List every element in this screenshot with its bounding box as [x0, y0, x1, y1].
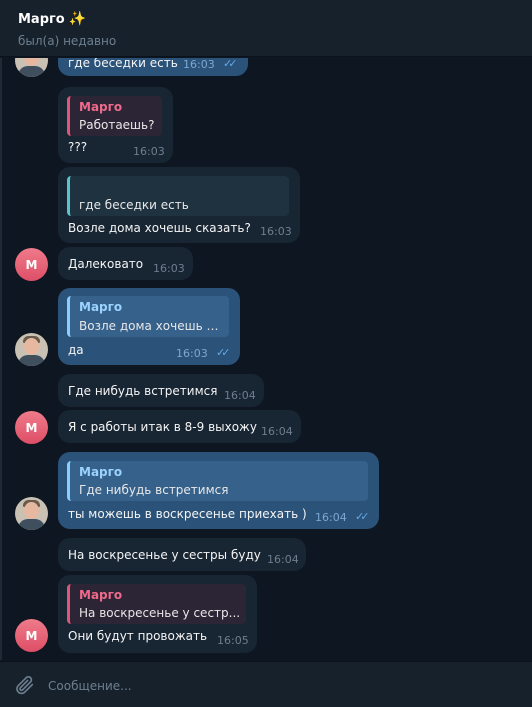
reply-text: где беседки есть: [79, 198, 189, 212]
message-bubble-incoming[interactable]: где беседки есть Возле дома хочешь сказа…: [58, 167, 300, 243]
reply-quote[interactable]: Марго Где нибудь встретимся: [67, 461, 368, 501]
message-text: На воскресенье у сестры буду: [68, 548, 261, 562]
message-time: 16:03: [260, 225, 292, 238]
message-text: Где нибудь встретимся: [68, 384, 218, 398]
contact-name-text: Марго: [18, 11, 65, 27]
message-text: ???: [68, 140, 88, 154]
reply-author: Марго: [79, 100, 123, 114]
message-text: да: [68, 343, 84, 357]
reply-quote[interactable]: где беседки есть: [67, 176, 289, 216]
chat-header[interactable]: Марго ✨ был(а) недавно: [0, 0, 532, 57]
message-time: 16:03: [133, 145, 165, 158]
message-time: 16:03: [176, 347, 208, 360]
avatar-initial: М: [25, 257, 38, 272]
message-time: 16:04: [315, 511, 347, 524]
avatar-photo[interactable]: [15, 333, 48, 366]
avatar-initial: М: [25, 420, 38, 435]
scroll-track: [0, 58, 2, 660]
message-bubble-incoming[interactable]: Далековато 16:03: [58, 247, 193, 280]
message-bubble-outgoing[interactable]: Марго Возле дома хочешь с... да 16:03 ✓✓: [58, 288, 240, 365]
message-bubble-incoming[interactable]: На воскресенье у сестры буду 16:04: [58, 538, 306, 571]
message-text: ты можешь в воскресенье приехать ): [68, 507, 307, 521]
message-bubble-incoming[interactable]: Марго Работаешь? ??? 16:03: [58, 87, 173, 163]
reply-text: Возле дома хочешь с...: [79, 319, 224, 333]
contact-name[interactable]: Марго ✨: [18, 11, 514, 27]
message-list[interactable]: где беседки есть 16:03 ✓✓ Марго Работаеш…: [0, 58, 532, 660]
avatar-photo[interactable]: [15, 58, 48, 77]
read-check-icon: ✓✓: [216, 346, 231, 359]
sparkle-icon: ✨: [68, 11, 87, 27]
reply-quote[interactable]: Марго На воскресенье у сестр...: [67, 584, 246, 624]
avatar-photo[interactable]: [15, 497, 48, 530]
message-bubble-incoming[interactable]: Я с работы итак в 8-9 выхожу 16:04: [58, 410, 301, 443]
message-time: 16:05: [217, 634, 249, 647]
avatar-m[interactable]: М: [15, 411, 48, 444]
reply-author: Марго: [79, 588, 123, 602]
message-text: где беседки есть: [68, 58, 178, 70]
message-time: 16:04: [267, 553, 299, 566]
reply-text: На воскресенье у сестр...: [79, 606, 241, 620]
paperclip-icon[interactable]: [14, 674, 36, 696]
reply-text: Где нибудь встретимся: [79, 483, 229, 497]
message-time: 16:04: [224, 389, 256, 402]
reply-quote[interactable]: Марго Работаешь?: [67, 96, 162, 136]
reply-author: Марго: [79, 465, 123, 479]
message-time: 16:03: [153, 262, 185, 275]
message-text: Далековато: [68, 257, 144, 271]
avatar-m[interactable]: М: [15, 248, 48, 281]
avatar-initial: М: [25, 628, 38, 643]
reply-author: Марго: [79, 300, 123, 314]
read-check-icon: ✓✓: [355, 510, 370, 523]
reply-text: Работаешь?: [79, 118, 155, 132]
contact-status: был(а) недавно: [18, 34, 117, 48]
message-time: 16:04: [261, 425, 293, 438]
reply-quote[interactable]: Марго Возле дома хочешь с...: [67, 296, 229, 337]
message-text: Я с работы итак в 8-9 выхожу: [68, 420, 257, 434]
message-text: Они будут провожать: [68, 629, 208, 643]
message-bubble-outgoing[interactable]: Марго Где нибудь встретимся ты можешь в …: [58, 452, 379, 529]
message-bubble-incoming[interactable]: Где нибудь встретимся 16:04: [58, 374, 264, 407]
message-bubble-outgoing[interactable]: где беседки есть 16:03 ✓✓: [58, 58, 248, 76]
message-text: Возле дома хочешь сказать?: [68, 221, 251, 235]
message-composer: [0, 661, 532, 707]
message-input[interactable]: [46, 672, 520, 700]
message-bubble-incoming[interactable]: Марго На воскресенье у сестр... Они буду…: [58, 575, 257, 653]
message-time: 16:03: [183, 58, 215, 71]
avatar-m[interactable]: М: [15, 619, 48, 652]
read-check-icon: ✓✓: [223, 58, 238, 70]
